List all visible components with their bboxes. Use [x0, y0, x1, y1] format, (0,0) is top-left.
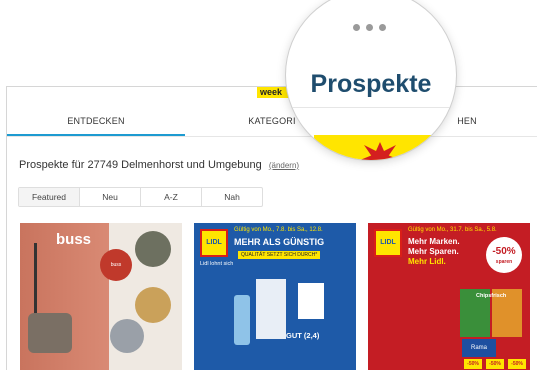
- magnifier-lens: Prospekte: [286, 0, 456, 160]
- lamp-image: [34, 243, 37, 313]
- filter-featured[interactable]: Featured: [19, 188, 80, 206]
- tab-entdecken[interactable]: ENTDECKEN: [7, 106, 185, 136]
- product-image: [135, 231, 171, 267]
- tab-prospekte-zoomed[interactable]: Prospekte: [286, 70, 456, 99]
- rating-label: GUT (2,4): [286, 331, 320, 340]
- filter-neu[interactable]: Neu: [80, 188, 141, 206]
- tab-divider: [286, 107, 456, 108]
- discount-badge: -50% sparen: [486, 237, 522, 273]
- brochure-card-buss[interactable]: buss buss: [20, 223, 182, 370]
- main-tabs: ENTDECKEN KATEGORI HEN: [7, 106, 537, 137]
- tab-more[interactable]: HEN: [447, 106, 487, 136]
- brochure-card-lidl-2[interactable]: LIDL Gültig von Mo., 31.7. bis Sa., 5.8.…: [368, 223, 530, 370]
- web-page: week ENTDECKEN KATEGORI HEN Prospekte fü…: [6, 86, 537, 370]
- change-location-link[interactable]: (ändern): [269, 161, 299, 170]
- headline-line-1: Mehr Marken.: [408, 237, 460, 246]
- brochure-card-lidl-1[interactable]: LIDL Gültig von Mo., 7.8. bis Sa., 12.8.…: [194, 223, 356, 370]
- location-text: Prospekte für 27749 Delmenhorst und Umge…: [19, 159, 262, 171]
- price-tag: -50%: [486, 359, 504, 369]
- brochure-subline: QUALITÄT SETZT SICH DURCH*: [238, 251, 321, 259]
- price-tag: -50%: [464, 359, 482, 369]
- chips-label: Chipsfrisch: [476, 293, 507, 299]
- headline-line-3: Mehr Lidl.: [408, 257, 446, 266]
- validity-dates: Gültig von Mo., 31.7. bis Sa., 5.8.: [408, 227, 497, 233]
- headline-line-2: Mehr Sparen.: [408, 247, 459, 256]
- location-heading: Prospekte für 27749 Delmenhorst und Umge…: [19, 159, 299, 171]
- lidl-logo: LIDL: [374, 229, 402, 257]
- validity-dates: Gültig von Mo., 7.8. bis Sa., 12.8.: [234, 227, 323, 233]
- product-image: [135, 287, 171, 323]
- product-image: [110, 319, 144, 353]
- filter-nah[interactable]: Nah: [202, 188, 262, 206]
- brochure-headline: Mehr Marken. Mehr Sparen. Mehr Lidl.: [408, 237, 460, 267]
- brochure-brand: buss: [56, 231, 92, 248]
- price-tag: -50%: [508, 359, 526, 369]
- lidl-logo: LIDL: [200, 229, 228, 257]
- rama-label: Rama: [462, 339, 496, 357]
- filter-a-z[interactable]: A-Z: [141, 188, 202, 206]
- chair-image: [28, 313, 72, 353]
- brochure-claim: Lidl lohnt sich: [200, 261, 234, 267]
- bottle-image: [234, 295, 250, 345]
- more-options-icon[interactable]: [353, 24, 386, 31]
- milk-carton-image: [256, 279, 286, 339]
- filter-segmented-control: Featured Neu A-Z Nah: [18, 187, 263, 207]
- brochure-headline: MEHR ALS GÜNSTIG: [234, 237, 325, 247]
- brand-badge: buss: [100, 249, 132, 281]
- test-seal-image: [298, 283, 324, 319]
